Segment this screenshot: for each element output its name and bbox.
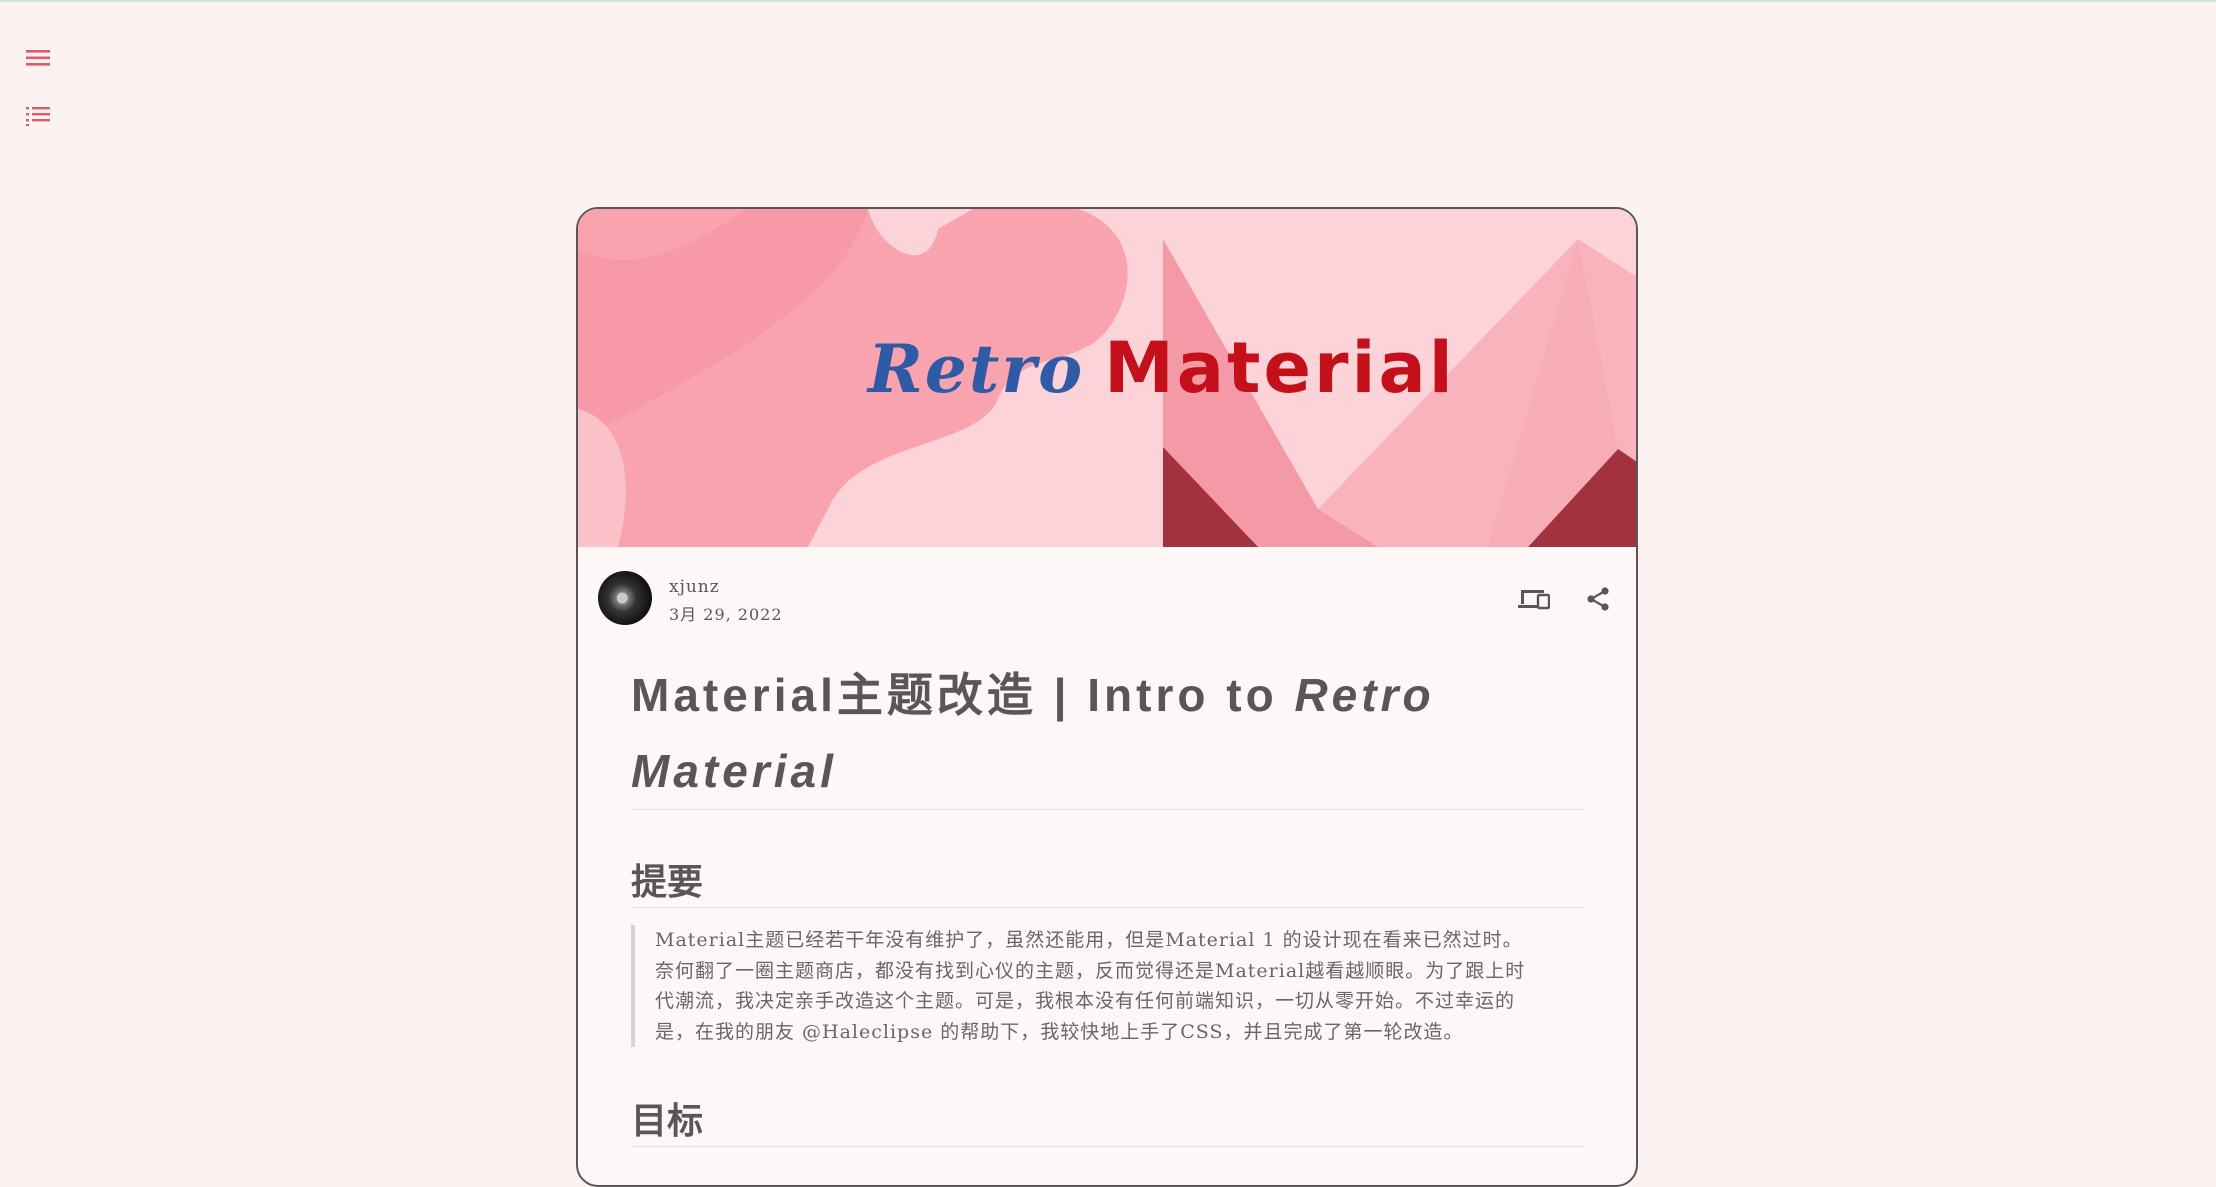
- title-divider: [631, 809, 1585, 810]
- menu-icon: [26, 50, 50, 66]
- section-heading-goal: 目标: [631, 1101, 704, 1142]
- banner-word-material: Material: [1104, 327, 1456, 409]
- quote-line: Material主题已经若干年没有维护了，虽然还能用，但是Material 1 …: [655, 929, 1523, 951]
- toc-icon: [26, 107, 50, 126]
- share-icon: [1587, 587, 1609, 611]
- section-heading-summary: 提要: [631, 862, 704, 903]
- post-title-plain: Material主题改造 | Intro to: [631, 669, 1295, 721]
- post-card: Retro Material xjunz 3月 29, 2022 Material…: [576, 207, 1638, 1187]
- share-button[interactable]: [1580, 583, 1616, 615]
- banner-title: Retro Material: [868, 327, 1456, 409]
- post-date: 3月 29, 2022: [669, 605, 783, 624]
- devices-icon: [1518, 590, 1550, 610]
- quote-line: 是，在我的朋友 @Haleclipse 的帮助下，我较快地上手了CSS，并且完成…: [655, 1020, 1464, 1043]
- summary-blockquote: Material主题已经若干年没有维护了，虽然还能用，但是Material 1 …: [631, 925, 1555, 1047]
- avatar[interactable]: [598, 571, 652, 625]
- menu-button[interactable]: [22, 42, 54, 74]
- banner-image: Retro Material: [578, 209, 1636, 547]
- heading-divider: [631, 1146, 1585, 1147]
- toc-button[interactable]: [22, 100, 54, 132]
- banner-word-retro: Retro: [868, 330, 1085, 408]
- post-title: Material主题改造 | Intro to Retro Material: [631, 657, 1591, 809]
- heading-divider: [631, 907, 1585, 908]
- devices-button[interactable]: [1516, 583, 1552, 615]
- top-border: [0, 0, 2216, 2]
- author-name[interactable]: xjunz: [669, 577, 720, 597]
- quote-line: 奈何翻了一圈主题商店，都没有找到心仪的主题，反而觉得还是Material越看越顺…: [655, 959, 1526, 982]
- quote-line: 代潮流，我决定亲手改造这个主题。可是，我根本没有任何前端知识，一切从零开始。不过…: [655, 990, 1516, 1012]
- post-meta: xjunz 3月 29, 2022: [578, 547, 1636, 637]
